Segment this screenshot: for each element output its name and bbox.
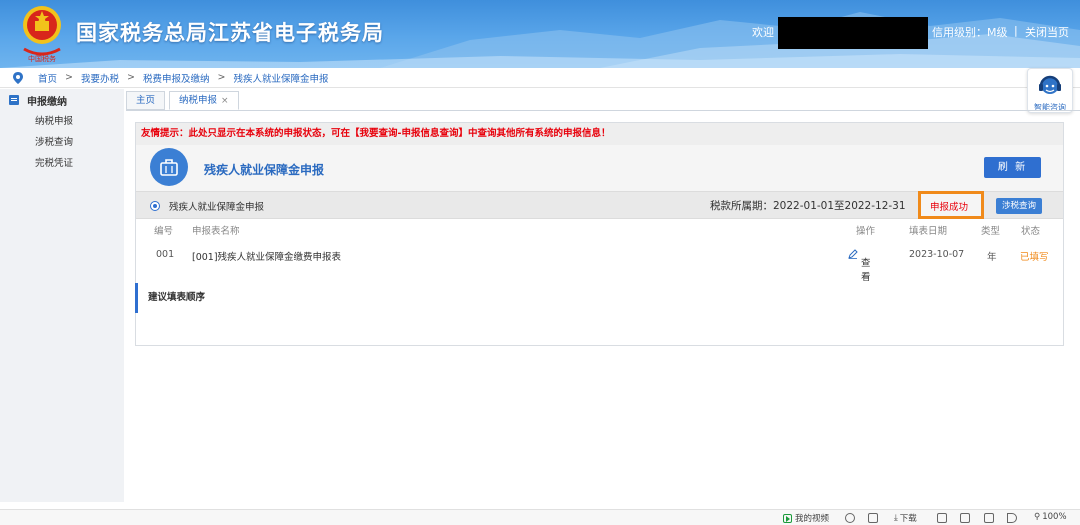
panel-title-bar: 残疾人就业保障金申报 刷 新: [136, 145, 1063, 191]
header-separator: |: [1014, 24, 1018, 37]
site-title: 国家税务总局江苏省电子税务局: [76, 21, 384, 45]
row-type: 年: [987, 252, 997, 263]
breadcrumb-separator: >: [127, 72, 135, 83]
svg-text:中国税务: 中国税务: [28, 54, 56, 63]
suggested-order-heading: 建议填表顺序: [135, 283, 205, 313]
tab-close-icon[interactable]: ×: [221, 96, 229, 106]
credit-level: 信用级别：M级: [932, 26, 1008, 39]
sidebar-heading-label: 申报缴纳: [27, 96, 67, 108]
zoom-icon: ⚲: [1034, 512, 1041, 522]
close-page-link[interactable]: 关闭当页: [1025, 24, 1069, 40]
redacted-username: [778, 17, 928, 49]
pencil-icon: [848, 249, 858, 259]
breadcrumb-home[interactable]: 首页: [38, 71, 57, 85]
row-fill-date: 2023-10-07: [909, 249, 965, 260]
tax-query-button[interactable]: 涉税查询: [996, 198, 1042, 214]
video-play-icon: [783, 513, 792, 523]
sidebar-item-tax-certificate[interactable]: 完税凭证: [0, 153, 124, 174]
tax-period: 税款所属期：2022-01-01至2022-12-31: [710, 200, 906, 212]
form-name: 残疾人就业保障金申报: [169, 202, 265, 213]
breadcrumb-separator: >: [217, 72, 226, 83]
zoom-level: 100%: [1042, 512, 1067, 522]
col-form-name: 申报表名称: [192, 226, 240, 237]
view-link[interactable]: 查看: [848, 249, 871, 283]
row-state: 已填写: [1020, 252, 1049, 263]
print-icon[interactable]: [937, 513, 947, 523]
table-header: 编号 申报表名称 操作 填表日期 类型 状态: [136, 219, 1063, 243]
filing-status: 申报成功: [930, 202, 969, 213]
my-video-label: 我的视频: [795, 514, 830, 524]
copy-icon[interactable]: [960, 513, 970, 523]
my-video-button[interactable]: 我的视频: [783, 512, 829, 524]
view-link-label: 查看: [861, 258, 871, 283]
breadcrumb-separator: >: [65, 72, 73, 83]
headset-icon: [1039, 75, 1061, 94]
smart-consult-button[interactable]: 智能咨询: [1027, 68, 1073, 113]
breadcrumb-tax-affairs[interactable]: 我要办税: [81, 71, 119, 85]
tab-home-label: 主页: [136, 95, 156, 106]
browser-status-bar: 我的视频 ⤓ 下载 ⚲ 100%: [0, 509, 1080, 525]
site-header: 中国税务 国家税务总局江苏省电子税务局 欢迎 信用级别：M级 | 关闭当页: [0, 0, 1080, 68]
refresh-button[interactable]: 刷 新: [984, 157, 1041, 178]
list-icon: [9, 95, 19, 105]
tax-emblem-icon: 中国税务: [23, 6, 61, 63]
tab-home[interactable]: 主页: [126, 91, 166, 110]
col-type: 类型: [981, 226, 1001, 237]
download-arrow-icon: ⤓: [894, 513, 898, 523]
sidebar-heading[interactable]: 申报缴纳: [0, 89, 124, 111]
col-operation: 操作: [856, 226, 876, 237]
panel-title: 残疾人就业保障金申报: [204, 163, 325, 177]
tab-tax-filing[interactable]: 纳税申报 ×: [169, 91, 239, 110]
breadcrumb: 首页 > 我要办税 > 税费申报及缴纳 > 残疾人就业保障金申报: [0, 68, 1080, 88]
col-state: 状态: [1021, 226, 1041, 237]
tab-tax-filing-label: 纳税申报: [179, 95, 218, 106]
breadcrumb-current[interactable]: 残疾人就业保障金申报: [233, 71, 328, 85]
col-fill-date: 填表日期: [909, 226, 948, 237]
tab-bar: 主页 纳税申报 ×: [126, 91, 243, 111]
location-pin-icon: [13, 71, 23, 84]
speaker-icon[interactable]: [1007, 513, 1017, 523]
breadcrumb-filing-payment[interactable]: 税费申报及缴纳: [143, 71, 210, 85]
friendly-tip: 友情提示：此处只显示在本系统的申报状态，可在【我要查询-申报信息查询】中查询其他…: [136, 123, 1063, 145]
download-label: 下载: [899, 514, 917, 524]
zoom-control[interactable]: ⚲ 100%: [1034, 512, 1067, 522]
tool-icon[interactable]: [868, 513, 878, 523]
col-number: 编号: [154, 226, 174, 237]
filing-panel: 友情提示：此处只显示在本系统的申报状态，可在【我要查询-申报信息查询】中查询其他…: [135, 122, 1064, 346]
row-form-name: [001]残疾人就业保障金缴费申报表: [192, 252, 342, 263]
row-number: 001: [156, 249, 175, 260]
sidebar-item-tax-filing[interactable]: 纳税申报: [0, 111, 124, 132]
window-icon[interactable]: [984, 513, 994, 523]
table-row: 001 [001]残疾人就业保障金缴费申报表 查看 2023-10-07 年 已…: [136, 243, 1063, 283]
sidebar-item-tax-query[interactable]: 涉税查询: [0, 132, 124, 153]
briefcase-icon: [150, 148, 188, 186]
welcome-text: 欢迎: [752, 26, 774, 39]
filing-form-row: 残疾人就业保障金申报 税款所属期：2022-01-01至2022-12-31 申…: [136, 191, 1063, 219]
tab-divider: [126, 110, 1080, 111]
download-button[interactable]: ⤓ 下载: [894, 512, 917, 524]
smart-consult-label: 智能咨询: [1034, 103, 1066, 112]
shield-icon[interactable]: [845, 513, 855, 523]
left-sidebar: 申报缴纳 纳税申报 涉税查询 完税凭证: [0, 89, 124, 502]
form-radio[interactable]: [150, 201, 160, 211]
